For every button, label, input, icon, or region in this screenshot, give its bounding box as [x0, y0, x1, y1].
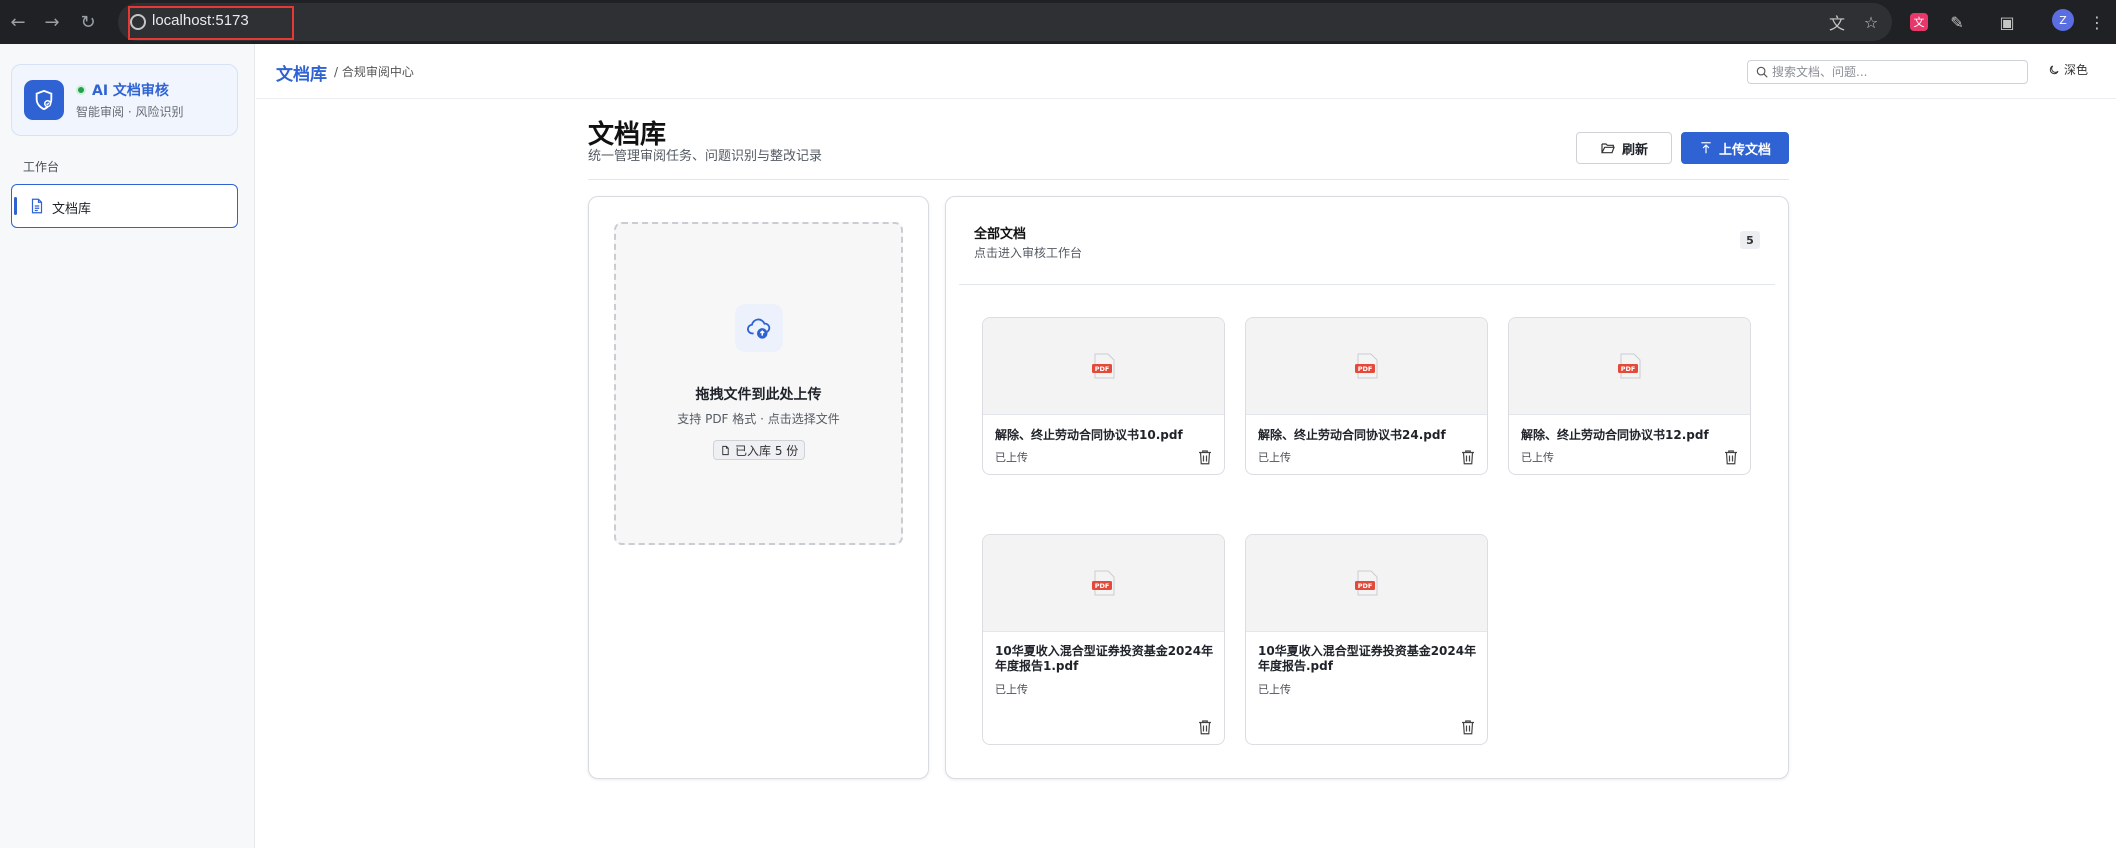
- upload-arrow-icon: [1701, 142, 1711, 154]
- library-count-text: 已入库 5 份: [735, 443, 799, 458]
- breadcrumb-main[interactable]: 文档库: [276, 60, 327, 85]
- document-thumbnail: PDF: [1509, 318, 1750, 415]
- sidebar-item-label: 文档库: [52, 202, 92, 217]
- documents-panel: 全部文档 点击进入审核工作台 5 PDF 解除、终止劳动合同协议书10.pdf …: [945, 196, 1789, 779]
- document-card[interactable]: PDF 解除、终止劳动合同协议书12.pdf 已上传: [1508, 317, 1751, 475]
- document-thumbnail: PDF: [1246, 318, 1487, 415]
- search-input[interactable]: [1772, 63, 2022, 81]
- url-highlight-box: [128, 6, 294, 40]
- trash-icon[interactable]: [1459, 448, 1477, 466]
- theme-toggle-button[interactable]: 深色: [2048, 61, 2088, 78]
- search-box[interactable]: [1747, 60, 2028, 84]
- browser-chrome: ← → ↻ localhost:5173 文 ☆ 文 ✎ ▣ Z ⋮: [0, 0, 2116, 44]
- document-card[interactable]: PDF 解除、终止劳动合同协议书10.pdf 已上传: [982, 317, 1225, 475]
- trash-icon[interactable]: [1196, 718, 1214, 736]
- document-status: 已上传: [995, 683, 1028, 696]
- svg-text:PDF: PDF: [1358, 582, 1373, 590]
- sidebar: AI 文档审核 智能审阅 · 风险识别 工作台 文档库: [0, 44, 255, 848]
- tab-search-icon[interactable]: ▣: [1994, 9, 2020, 35]
- page-subtitle: 统一管理审阅任务、问题识别与整改记录: [588, 149, 823, 164]
- brand-title: AI 文档审核: [92, 83, 169, 99]
- upload-document-button[interactable]: 上传文档: [1681, 132, 1789, 164]
- document-status: 已上传: [1521, 451, 1554, 464]
- upload-label: 上传文档: [1718, 142, 1771, 158]
- extension-translate-icon[interactable]: 文: [1910, 13, 1928, 31]
- theme-toggle-label: 深色: [2064, 63, 2089, 77]
- upload-panel: 拖拽文件到此处上传 支持 PDF 格式 · 点击选择文件 已入库 5 份: [588, 196, 929, 779]
- sidebar-item-document-library[interactable]: 文档库: [11, 184, 238, 228]
- active-indicator: [14, 197, 17, 215]
- document-name: 10华夏收入混合型证券投资基金2024年年度报告.pdf: [1258, 644, 1477, 673]
- document-card[interactable]: PDF 10华夏收入混合型证券投资基金2024年年度报告1.pdf 已上传: [982, 534, 1225, 745]
- svg-text:PDF: PDF: [1095, 365, 1110, 373]
- file-icon: [722, 445, 729, 455]
- dropzone-subtitle: 支持 PDF 格式 · 点击选择文件: [677, 412, 840, 426]
- header-divider: [588, 179, 1789, 180]
- profile-avatar[interactable]: Z: [2052, 9, 2074, 31]
- pdf-file-icon: PDF: [1618, 353, 1641, 379]
- cloud-upload-icon: [735, 304, 783, 352]
- refresh-label: 刷新: [1621, 142, 1648, 158]
- documents-title: 全部文档: [974, 227, 1027, 242]
- translate-icon[interactable]: 文: [1824, 9, 1850, 35]
- trash-icon[interactable]: [1722, 448, 1740, 466]
- document-thumbnail: PDF: [983, 535, 1224, 632]
- top-header: 文档库 / 合规审阅中心 深色: [256, 44, 2116, 99]
- trash-icon[interactable]: [1196, 448, 1214, 466]
- breadcrumb-sub: / 合规审阅中心: [334, 65, 414, 79]
- folder-open-icon: [1601, 143, 1615, 154]
- refresh-button[interactable]: 刷新: [1576, 132, 1672, 164]
- search-icon: [1756, 66, 1768, 78]
- dropzone-title: 拖拽文件到此处上传: [695, 387, 822, 403]
- pdf-file-icon: PDF: [1092, 353, 1115, 379]
- moon-icon: [2049, 65, 2059, 74]
- documents-count-badge: 5: [1740, 231, 1760, 249]
- forward-arrow-icon[interactable]: →: [38, 8, 66, 36]
- address-bar[interactable]: localhost:5173: [118, 3, 1892, 41]
- back-arrow-icon[interactable]: ←: [4, 8, 32, 36]
- file-dropzone[interactable]: 拖拽文件到此处上传 支持 PDF 格式 · 点击选择文件 已入库 5 份: [614, 222, 903, 545]
- documents-subtitle: 点击进入审核工作台: [974, 246, 1083, 260]
- document-thumbnail: PDF: [983, 318, 1224, 415]
- pdf-file-icon: PDF: [1092, 570, 1115, 596]
- document-name: 解除、终止劳动合同协议书24.pdf: [1258, 428, 1446, 442]
- svg-text:PDF: PDF: [1358, 365, 1373, 373]
- documents-divider: [959, 284, 1775, 285]
- document-status: 已上传: [1258, 451, 1291, 464]
- bookmark-star-icon[interactable]: ☆: [1858, 9, 1884, 35]
- document-name: 解除、终止劳动合同协议书12.pdf: [1521, 428, 1709, 442]
- brand-card: AI 文档审核 智能审阅 · 风险识别: [11, 64, 238, 136]
- chrome-menu-icon[interactable]: ⋮: [2084, 9, 2110, 35]
- library-count-badge: 已入库 5 份: [713, 440, 806, 460]
- document-name: 解除、终止劳动合同协议书10.pdf: [995, 428, 1183, 442]
- document-status: 已上传: [995, 451, 1028, 464]
- extensions-puzzle-icon[interactable]: ✎: [1944, 9, 1970, 35]
- svg-text:PDF: PDF: [1621, 365, 1636, 373]
- reload-icon[interactable]: ↻: [74, 8, 102, 36]
- pdf-file-icon: PDF: [1355, 570, 1378, 596]
- brand-subtitle: 智能审阅 · 风险识别: [76, 105, 184, 119]
- document-name: 10华夏收入混合型证券投资基金2024年年度报告1.pdf: [995, 644, 1214, 673]
- document-card[interactable]: PDF 10华夏收入混合型证券投资基金2024年年度报告.pdf 已上传: [1245, 534, 1488, 745]
- sidebar-section-label: 工作台: [23, 160, 60, 174]
- pdf-file-icon: PDF: [1355, 353, 1378, 379]
- trash-icon[interactable]: [1459, 718, 1477, 736]
- document-status: 已上传: [1258, 683, 1291, 696]
- shield-logo-icon: [24, 80, 64, 120]
- svg-text:PDF: PDF: [1095, 582, 1110, 590]
- status-online-dot: [76, 85, 86, 95]
- document-thumbnail: PDF: [1246, 535, 1487, 632]
- document-card[interactable]: PDF 解除、终止劳动合同协议书24.pdf 已上传: [1245, 317, 1488, 475]
- document-icon: [31, 198, 43, 214]
